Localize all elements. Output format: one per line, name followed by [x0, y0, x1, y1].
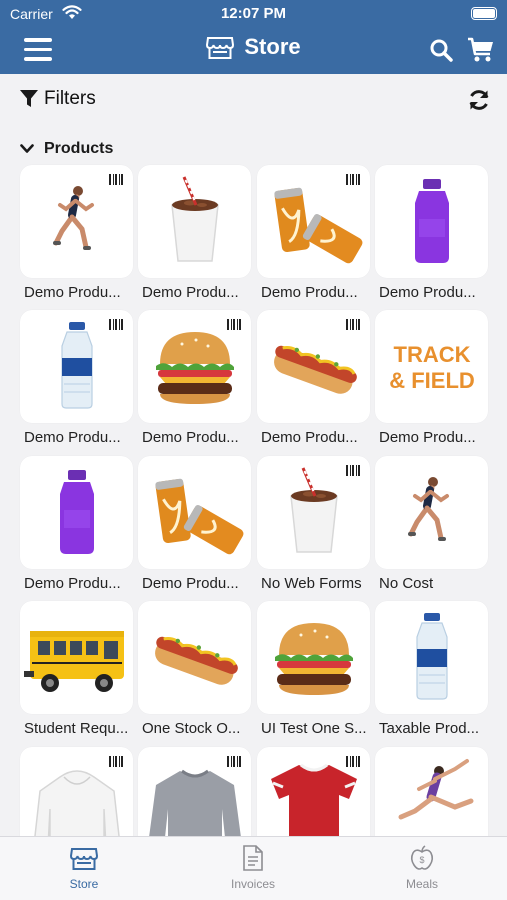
refresh-icon[interactable]	[467, 88, 491, 112]
product-image	[20, 601, 133, 714]
barcode-icon	[109, 174, 123, 185]
product-name: Demo Produ...	[24, 575, 121, 592]
product-card[interactable]: Demo Produ...	[20, 456, 133, 592]
product-name: Demo Produ...	[261, 429, 358, 446]
barcode-icon	[346, 174, 360, 185]
runner-icon	[408, 477, 449, 541]
product-card[interactable]: Demo Produ...	[257, 165, 370, 301]
barcode-icon	[109, 756, 123, 767]
product-card[interactable]: Student Requ...	[20, 601, 133, 737]
product-name: Demo Produ...	[24, 284, 121, 301]
product-image	[20, 310, 133, 423]
barcode-icon	[227, 756, 241, 767]
logo-text: & FIELD	[389, 368, 475, 393]
barcode-icon	[109, 319, 123, 330]
store-icon	[69, 848, 99, 870]
energy-cans-icon	[155, 478, 244, 555]
product-image	[138, 601, 251, 714]
hotdog-icon	[155, 636, 238, 685]
product-image: TRACK & FIELD	[375, 310, 488, 423]
product-card[interactable]: One Stock O...	[138, 601, 251, 737]
burger-icon	[275, 623, 353, 695]
product-card[interactable]: Demo Produ...	[257, 310, 370, 446]
product-card[interactable]: TRACK & FIELD Demo Produ...	[375, 310, 488, 446]
product-image	[138, 310, 251, 423]
product-card[interactable]: Demo Produ...	[138, 165, 251, 301]
product-card[interactable]: Taxable Prod...	[375, 601, 488, 737]
product-image	[138, 165, 251, 278]
product-image	[257, 165, 370, 278]
school-bus-icon	[24, 631, 124, 692]
product-card[interactable]: No Cost	[375, 456, 488, 592]
filters-button[interactable]: Filters	[20, 88, 96, 110]
barcode-icon	[346, 756, 360, 767]
product-card[interactable]: Demo Produ...	[138, 456, 251, 592]
product-image	[257, 601, 370, 714]
product-card[interactable]: No Web Forms	[257, 456, 370, 592]
product-name: Taxable Prod...	[379, 720, 480, 737]
tab-store-label: Store	[69, 877, 99, 891]
product-card[interactable]: UI Test One S...	[257, 601, 370, 737]
cart-icon[interactable]	[467, 37, 495, 63]
product-image	[375, 456, 488, 569]
tab-store[interactable]: Store	[29, 845, 139, 891]
product-name: UI Test One S...	[261, 720, 367, 737]
product-name: Demo Produ...	[142, 575, 239, 592]
nav-bar: Store	[0, 28, 507, 74]
product-name: No Web Forms	[261, 575, 362, 592]
tab-meals-label: Meals	[405, 877, 438, 891]
product-name: Demo Produ...	[379, 284, 476, 301]
product-image	[20, 456, 133, 569]
product-name: No Cost	[379, 575, 434, 592]
product-card[interactable]: Demo Produ...	[20, 310, 133, 446]
store-icon	[206, 37, 235, 59]
product-name: Demo Produ...	[261, 284, 358, 301]
product-image	[375, 601, 488, 714]
product-name: Student Requ...	[24, 720, 129, 737]
logo-text: TRACK	[394, 342, 471, 367]
product-card[interactable]: Demo Produ...	[138, 310, 251, 446]
product-name: Demo Produ...	[142, 429, 239, 446]
product-card[interactable]: Demo Produ...	[375, 165, 488, 301]
chevron-down-icon	[20, 144, 34, 153]
tab-meals[interactable]: $ Meals	[367, 845, 477, 891]
product-name: One Stock O...	[142, 720, 241, 737]
product-image	[257, 456, 370, 569]
page-title: Store	[244, 34, 301, 59]
tab-invoices-label: Invoices	[230, 877, 276, 891]
product-image	[20, 165, 133, 278]
water-bottle-icon	[416, 613, 448, 700]
product-card[interactable]: Demo Produ...	[20, 165, 133, 301]
product-image	[257, 310, 370, 423]
section-title: Products	[44, 140, 114, 157]
purple-bottle-icon	[60, 470, 94, 554]
product-name: Demo Produ...	[379, 429, 476, 446]
invoice-icon	[243, 845, 263, 871]
product-image	[138, 456, 251, 569]
battery-icon	[471, 7, 497, 20]
search-icon[interactable]	[429, 38, 453, 62]
product-image	[375, 165, 488, 278]
filters-label: Filters	[44, 88, 96, 109]
soda-cup-icon	[171, 176, 219, 262]
meals-icon: $	[410, 845, 434, 870]
filter-bar: Filters	[0, 74, 507, 128]
barcode-icon	[227, 319, 241, 330]
barcode-icon	[346, 319, 360, 330]
svg-text:$: $	[419, 855, 424, 865]
filter-icon	[20, 90, 38, 107]
tab-bar: Store Invoices $ Meals	[0, 836, 507, 900]
status-bar: Carrier 12:07 PM	[0, 0, 507, 28]
status-time: 12:07 PM	[220, 5, 287, 22]
purple-bottle-icon	[415, 179, 449, 263]
barcode-icon	[346, 465, 360, 476]
tab-invoices[interactable]: Invoices	[198, 845, 308, 891]
products-section-toggle[interactable]: Products	[20, 140, 113, 158]
product-name: Demo Produ...	[142, 284, 239, 301]
product-name: Demo Produ...	[24, 429, 121, 446]
track-field-logo: TRACK& FIELD	[389, 342, 475, 393]
